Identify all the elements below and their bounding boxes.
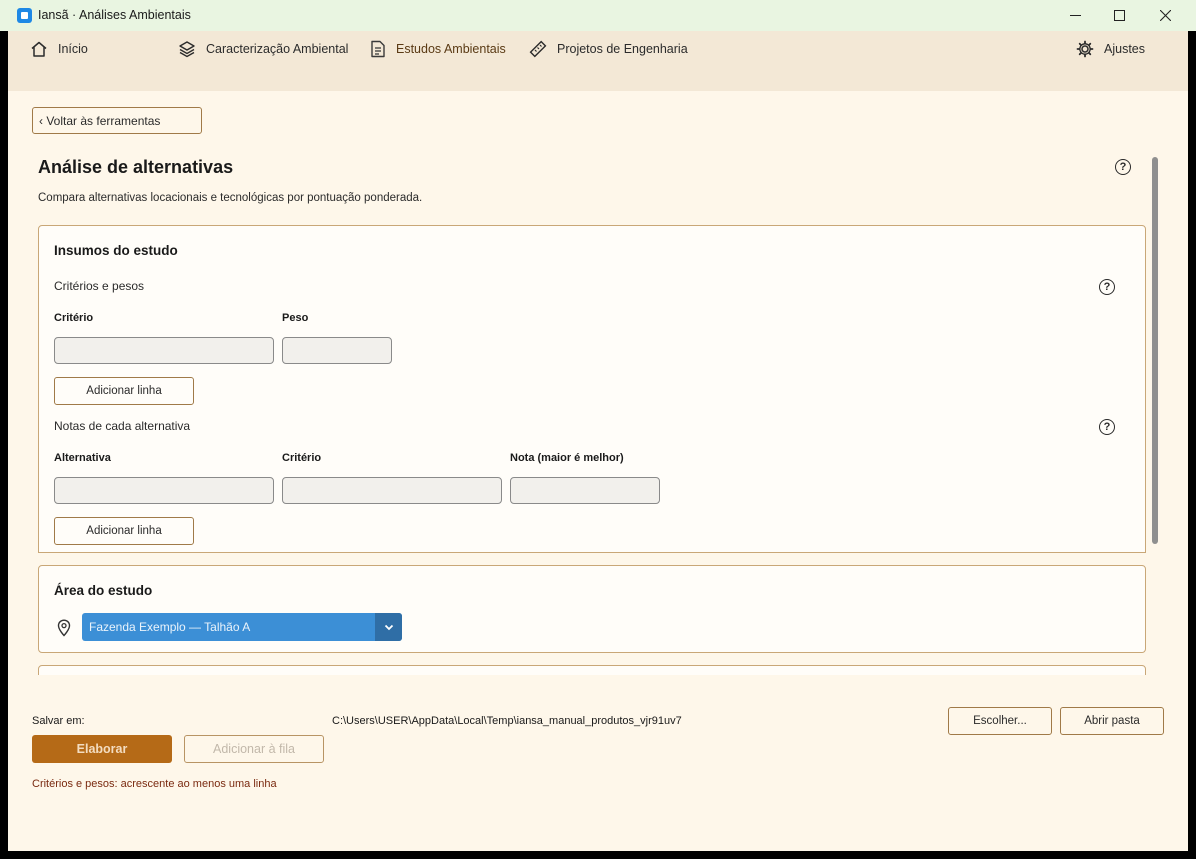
column-header-alternativa: Alternativa xyxy=(54,452,111,464)
criterio-nota-input[interactable] xyxy=(282,477,502,504)
validation-message: Critérios e pesos: acrescente ao menos u… xyxy=(32,778,277,790)
choose-folder-button[interactable]: Escolher... xyxy=(948,707,1052,735)
save-path: C:\Users\USER\AppData\Local\Temp\iansa_m… xyxy=(332,715,682,727)
nav-home-label: Início xyxy=(58,42,88,56)
nav-caracterizacao[interactable]: Caracterização Ambiental xyxy=(178,39,348,59)
elaborar-button[interactable]: Elaborar xyxy=(32,735,172,763)
window-title: Iansã · Análises Ambientais xyxy=(38,8,191,22)
nav-estudos[interactable]: Estudos Ambientais xyxy=(370,39,506,59)
criterios-help-icon[interactable]: ? xyxy=(1099,279,1115,295)
scrollbar[interactable] xyxy=(1152,157,1158,544)
area-select[interactable]: Fazenda Exemplo — Talhão A xyxy=(82,613,402,641)
nav-estudos-label: Estudos Ambientais xyxy=(396,42,506,56)
layers-icon xyxy=(179,41,195,58)
notas-label: Notas de cada alternativa xyxy=(54,419,191,433)
peso-input[interactable] xyxy=(282,337,392,364)
column-header-criterio-nota: Critério xyxy=(282,452,322,464)
add-criterio-row-button[interactable]: Adicionar linha xyxy=(54,377,194,405)
scroll-area: Insumos do estudo Critérios e pesos ? Cr… xyxy=(38,225,1146,675)
column-header-nota: Nota (maior é melhor) xyxy=(510,452,624,464)
next-card xyxy=(38,665,1146,675)
gear-icon xyxy=(1076,40,1094,58)
open-folder-button[interactable]: Abrir pasta xyxy=(1060,707,1164,735)
nav-home[interactable]: Início xyxy=(30,39,88,59)
minimize-icon[interactable] xyxy=(1052,0,1098,31)
column-header-peso: Peso xyxy=(282,312,309,324)
notas-help-icon[interactable]: ? xyxy=(1099,419,1115,435)
ruler-icon xyxy=(529,40,547,58)
chevron-down-icon[interactable] xyxy=(375,613,402,641)
nav-ajustes[interactable]: Ajustes xyxy=(1076,39,1145,59)
insumos-title: Insumos do estudo xyxy=(54,243,178,258)
area-card: Área do estudo Fazenda Exemplo — Talhão … xyxy=(38,565,1146,653)
document-icon xyxy=(371,40,385,58)
map-pin-icon xyxy=(57,619,71,637)
page-title: Análise de alternativas xyxy=(38,157,234,177)
help-icon[interactable]: ? xyxy=(1115,159,1131,175)
page-description: Compara alternativas locacionais e tecno… xyxy=(38,192,423,204)
app-icon xyxy=(17,8,32,23)
column-header-criterio: Critério xyxy=(54,312,94,324)
save-label: Salvar em: xyxy=(32,715,85,727)
insumos-card: Insumos do estudo Critérios e pesos ? Cr… xyxy=(38,225,1146,553)
back-button[interactable]: ‹ Voltar às ferramentas xyxy=(32,107,202,134)
home-icon xyxy=(31,41,47,57)
nav-caracterizacao-label: Caracterização Ambiental xyxy=(206,42,349,56)
nav-projetos[interactable]: Projetos de Engenharia xyxy=(529,39,688,59)
nav-ajustes-label: Ajustes xyxy=(1104,42,1145,56)
close-icon[interactable] xyxy=(1142,0,1188,31)
area-title: Área do estudo xyxy=(54,583,153,598)
add-to-queue-button[interactable]: Adicionar à fila xyxy=(184,735,324,763)
area-select-value: Fazenda Exemplo — Talhão A xyxy=(89,620,251,634)
alternativa-input[interactable] xyxy=(54,477,274,504)
criterios-label: Critérios e pesos xyxy=(54,279,145,293)
main-content: ‹ Voltar às ferramentas Análise de alter… xyxy=(8,91,1188,851)
window-titlebar: Iansã · Análises Ambientais xyxy=(0,0,1196,31)
nav-projetos-label: Projetos de Engenharia xyxy=(557,42,688,56)
maximize-icon[interactable] xyxy=(1096,0,1142,31)
top-navigation: Início Caracterização Ambiental Estudos … xyxy=(8,31,1188,91)
add-nota-row-button[interactable]: Adicionar linha xyxy=(54,517,194,545)
nota-input[interactable] xyxy=(510,477,660,504)
criterio-input[interactable] xyxy=(54,337,274,364)
